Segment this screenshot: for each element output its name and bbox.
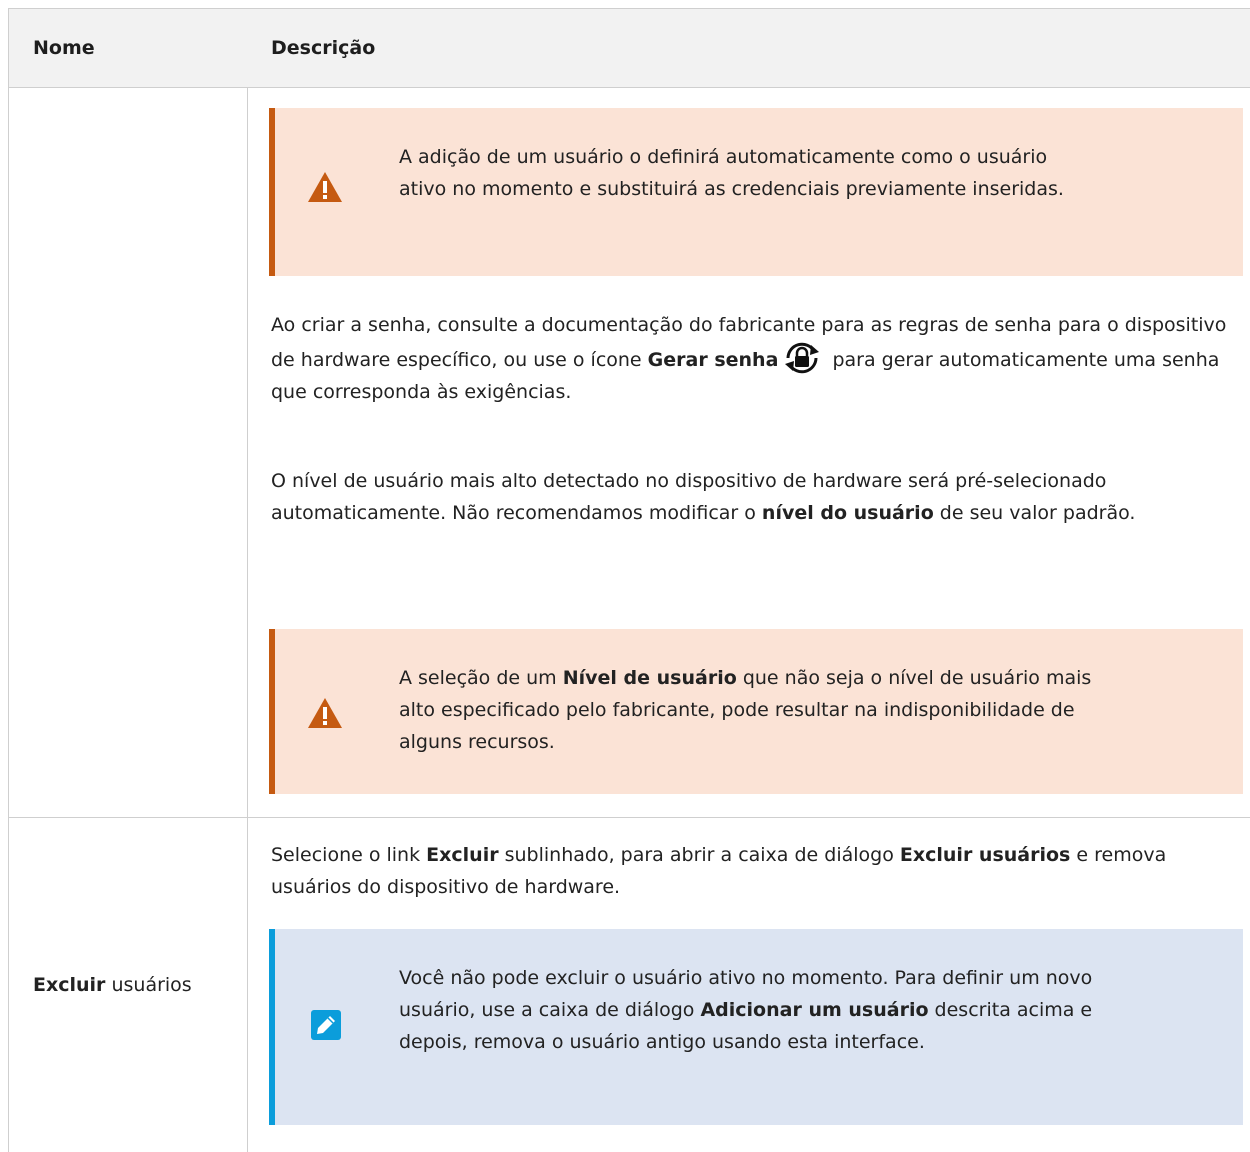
note-text: Você não pode excluir o usuário ativo no… [399, 967, 1093, 1053]
generate-password-icon[interactable] [780, 341, 824, 375]
user-level-paragraph: O nível de usuário mais alto detectado n… [271, 470, 1136, 524]
warning-triangle-icon [308, 698, 342, 728]
password-rules-paragraph: Ao criar a senha, consulte a documentaçã… [271, 314, 1227, 403]
note-callout: Você não pode excluir o usuário ativo no… [269, 929, 1243, 1125]
properties-table: Nome Descrição A adição de um usuário o … [8, 8, 1250, 1152]
warning-callout-1: A adição de um usuário o definirá automa… [269, 108, 1243, 276]
column-divider [247, 87, 248, 817]
column-header-description: Descrição [271, 37, 376, 59]
pencil-icon [311, 1010, 341, 1040]
column-header-name: Nome [33, 37, 95, 59]
warning-text-1: A adição de um usuário o definirá automa… [399, 146, 1064, 200]
column-divider [247, 818, 248, 1152]
warning-callout-2: A seleção de um Nível de usuário que não… [269, 629, 1243, 794]
delete-users-paragraph: Selecione o link Excluir sublinhado, par… [271, 844, 1167, 898]
row-divider [9, 817, 1250, 818]
warning-triangle-icon [308, 172, 342, 202]
table-header: Nome Descrição [9, 9, 1250, 88]
row-name-excluir-usuarios: Excluir usuários [33, 974, 192, 996]
warning-text-2: A seleção de um Nível de usuário que não… [399, 667, 1092, 753]
